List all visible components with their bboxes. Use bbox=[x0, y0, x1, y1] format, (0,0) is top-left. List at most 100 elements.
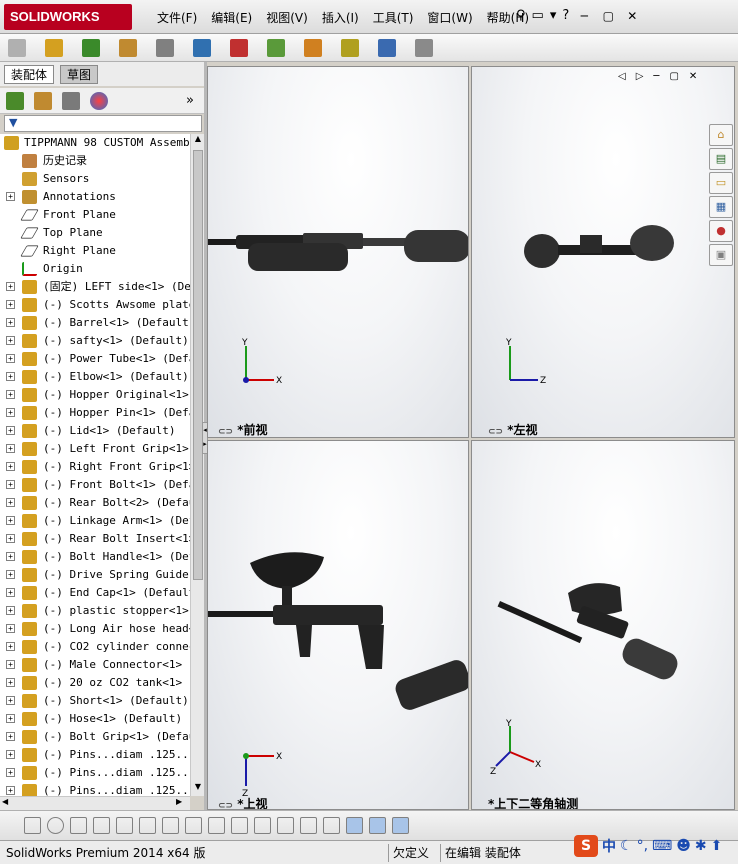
tree-node[interactable]: + (-) CO2 cylinder connect bbox=[0, 638, 190, 656]
open-document-icon[interactable]: ▾ bbox=[550, 8, 557, 24]
scroll-down-icon[interactable]: ▼ bbox=[192, 782, 204, 796]
expand-plus-icon[interactable]: + bbox=[6, 372, 15, 381]
expand-plus-icon[interactable]: + bbox=[6, 354, 15, 363]
tree-node[interactable]: Top Plane bbox=[0, 224, 190, 242]
close-button[interactable]: ✕ bbox=[623, 8, 641, 24]
tree-node[interactable]: + (-) 20 oz CO2 tank<1> (D bbox=[0, 674, 190, 692]
tree-node[interactable]: + (-) Rear Bolt Insert<1> bbox=[0, 530, 190, 548]
display-manager-icon[interactable] bbox=[90, 92, 108, 110]
expand-plus-icon[interactable]: + bbox=[6, 570, 15, 579]
feature-tree-icon[interactable] bbox=[6, 92, 24, 110]
expand-plus-icon[interactable]: + bbox=[6, 318, 15, 327]
convert-icon[interactable] bbox=[254, 817, 271, 834]
menu-item[interactable]: 编辑(E) bbox=[204, 9, 259, 26]
tree-node[interactable]: + (-) safty<1> (Default) bbox=[0, 332, 190, 350]
tab-assembly[interactable]: 装配体 bbox=[4, 65, 55, 84]
next-view-icon[interactable]: ▷ bbox=[636, 71, 644, 82]
mirror-icon[interactable] bbox=[185, 817, 202, 834]
bill-of-materials-icon[interactable] bbox=[378, 39, 396, 57]
tree-node[interactable]: + (-) Power Tube<1> (Defau bbox=[0, 350, 190, 368]
tree-node[interactable]: TIPPMANN 98 CUSTOM Assembly bbox=[0, 134, 190, 152]
expand-plus-icon[interactable]: + bbox=[6, 606, 15, 615]
skin-icon[interactable]: ⬆ bbox=[711, 838, 723, 854]
menu-item[interactable]: 窗口(W) bbox=[420, 9, 479, 26]
pushpin-icon[interactable]: ⚲ bbox=[516, 8, 526, 24]
tree-node[interactable]: + (-) Hose<1> (Default) bbox=[0, 710, 190, 728]
insert-component-icon[interactable] bbox=[45, 39, 63, 57]
tree-node[interactable]: + (-) Scotts Awsome plate< bbox=[0, 296, 190, 314]
exploded-view-icon[interactable] bbox=[415, 39, 433, 57]
tree-node[interactable]: Right Plane bbox=[0, 242, 190, 260]
tree-node[interactable]: Sensors bbox=[0, 170, 190, 188]
new-motion-study-icon[interactable] bbox=[341, 39, 359, 57]
property-manager-icon[interactable] bbox=[34, 92, 52, 110]
polygon-icon[interactable] bbox=[93, 817, 110, 834]
tree-node[interactable]: + (-) Rear Bolt<2> (Defaul bbox=[0, 494, 190, 512]
minimize-viewport-icon[interactable]: ─ bbox=[653, 71, 659, 82]
rebuild-icon[interactable] bbox=[369, 817, 386, 834]
circle-icon[interactable] bbox=[47, 817, 64, 834]
expand-plus-icon[interactable]: + bbox=[6, 480, 15, 489]
offset-icon[interactable] bbox=[162, 817, 179, 834]
user-icon[interactable]: ☻ bbox=[676, 838, 691, 854]
tree-node[interactable]: Front Plane bbox=[0, 206, 190, 224]
expand-plus-icon[interactable]: + bbox=[6, 408, 15, 417]
chamfer-icon[interactable] bbox=[231, 817, 248, 834]
tree-node[interactable]: + (-) End Cap<1> (Default) bbox=[0, 584, 190, 602]
scroll-left-icon[interactable]: ◀ bbox=[2, 797, 8, 806]
tree-node[interactable]: + (-) Bolt Handle<1> (Defa bbox=[0, 548, 190, 566]
custom-properties-icon[interactable]: ▣ bbox=[709, 244, 733, 266]
trim-icon[interactable] bbox=[116, 817, 133, 834]
tree-node[interactable]: + (-) Pins...diam .125.... bbox=[0, 746, 190, 764]
expand-plus-icon[interactable]: + bbox=[6, 462, 15, 471]
scroll-right-icon[interactable]: ▶ bbox=[176, 797, 182, 806]
new-document-icon[interactable]: ▭ bbox=[532, 8, 544, 24]
appearances-icon[interactable]: ● bbox=[709, 220, 733, 242]
punctuation-icon[interactable]: °, bbox=[637, 838, 648, 854]
tree-node[interactable]: + (-) Linkage Arm<1> (Defa bbox=[0, 512, 190, 530]
close-viewport-icon[interactable]: ✕ bbox=[689, 71, 697, 82]
expand-plus-icon[interactable]: + bbox=[6, 516, 15, 525]
mate-icon[interactable] bbox=[82, 39, 100, 57]
fillet-icon[interactable] bbox=[208, 817, 225, 834]
tab-sketch[interactable]: 草图 bbox=[60, 65, 99, 84]
expand-plus-icon[interactable]: + bbox=[6, 660, 15, 669]
expand-plus-icon[interactable]: + bbox=[6, 714, 15, 723]
configuration-manager-icon[interactable] bbox=[62, 92, 80, 110]
tree-node[interactable]: + (-) Pins...diam .125.... bbox=[0, 782, 190, 796]
tree-node[interactable]: + (-) Bolt Grip<1> (Defaul bbox=[0, 728, 190, 746]
expand-plus-icon[interactable]: + bbox=[6, 552, 15, 561]
view-palette-icon[interactable]: ▦ bbox=[709, 196, 733, 218]
tree-node[interactable]: 历史记录 bbox=[0, 152, 190, 170]
exit-sketch-icon[interactable] bbox=[392, 817, 409, 834]
tree-filter[interactable]: ▼ bbox=[4, 115, 202, 132]
solidworks-resources-icon[interactable]: ⌂ bbox=[709, 124, 733, 146]
expand-plus-icon[interactable]: + bbox=[6, 696, 15, 705]
moon-icon[interactable]: ☾ bbox=[620, 838, 633, 854]
reference-geometry-icon[interactable] bbox=[304, 39, 322, 57]
extend-icon[interactable] bbox=[139, 817, 156, 834]
tree-node[interactable]: + (-) Male Connector<1> (D bbox=[0, 656, 190, 674]
menu-item[interactable]: 插入(I) bbox=[315, 9, 366, 26]
expand-plus-icon[interactable]: + bbox=[6, 336, 15, 345]
expand-plus-icon[interactable]: + bbox=[6, 282, 15, 291]
expand-plus-icon[interactable]: + bbox=[6, 498, 15, 507]
design-library-icon[interactable]: ▤ bbox=[709, 148, 733, 170]
point-icon[interactable] bbox=[24, 817, 41, 834]
menu-item[interactable]: 文件(F) bbox=[150, 9, 204, 26]
tree-node[interactable]: + (-) Elbow<1> (Default) bbox=[0, 368, 190, 386]
tree-node[interactable]: + (-) plastic stopper<1> ( bbox=[0, 602, 190, 620]
show-hidden-icon[interactable] bbox=[230, 39, 248, 57]
expand-plus-icon[interactable]: + bbox=[6, 300, 15, 309]
sogou-logo-icon[interactable]: S bbox=[574, 835, 598, 857]
file-explorer-icon[interactable]: ▭ bbox=[709, 172, 733, 194]
help-icon[interactable]: ? bbox=[562, 8, 569, 24]
expand-plus-icon[interactable]: + bbox=[6, 192, 15, 201]
expand-plus-icon[interactable]: + bbox=[6, 786, 15, 795]
expand-plus-icon[interactable]: + bbox=[6, 588, 15, 597]
tree-node[interactable]: + (-) Lid<1> (Default) bbox=[0, 422, 190, 440]
linear-pattern-icon[interactable] bbox=[119, 39, 137, 57]
tree-node[interactable]: Origin bbox=[0, 260, 190, 278]
tree-node[interactable]: + (-) Front Bolt<1> (Defau bbox=[0, 476, 190, 494]
keyboard-icon[interactable]: ⌨ bbox=[652, 838, 672, 854]
